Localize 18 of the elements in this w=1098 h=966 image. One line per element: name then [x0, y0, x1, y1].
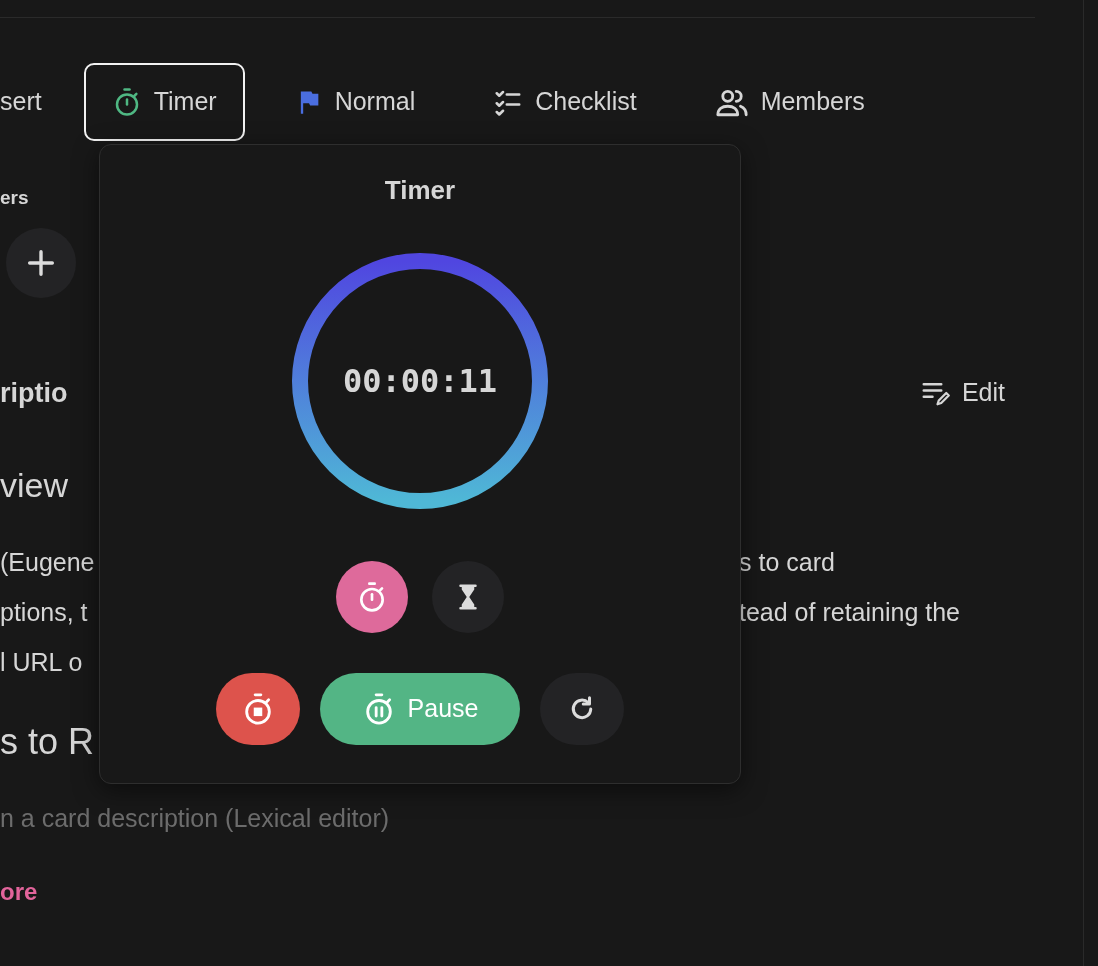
toolbar-button[interactable]: Normal	[266, 63, 444, 141]
step-text: n a card description (Lexical editor)	[0, 803, 390, 834]
toolbar-button[interactable]: Members	[686, 63, 893, 141]
toolbar-button[interactable]: sert	[0, 63, 62, 141]
paragraph-text: tead of retaining the	[739, 597, 960, 628]
heading: view	[0, 465, 69, 505]
section-label: ers	[0, 186, 29, 210]
edit-button[interactable]: Edit	[919, 374, 1005, 412]
timer-display: 00:00:11	[342, 361, 498, 402]
paragraph-text: (Eugene	[0, 547, 96, 578]
paragraph-text: l URL o	[0, 647, 84, 678]
heading: s to R	[0, 720, 95, 764]
section-heading: riptio	[0, 376, 68, 410]
paragraph-text: ptions, t	[0, 597, 89, 628]
show-more-link[interactable]: ore	[0, 878, 38, 906]
popover-title: Timer	[383, 174, 457, 207]
toolbar-button[interactable]: Timer	[83, 63, 245, 141]
toolbar-button[interactable]: Checklist	[465, 63, 665, 141]
